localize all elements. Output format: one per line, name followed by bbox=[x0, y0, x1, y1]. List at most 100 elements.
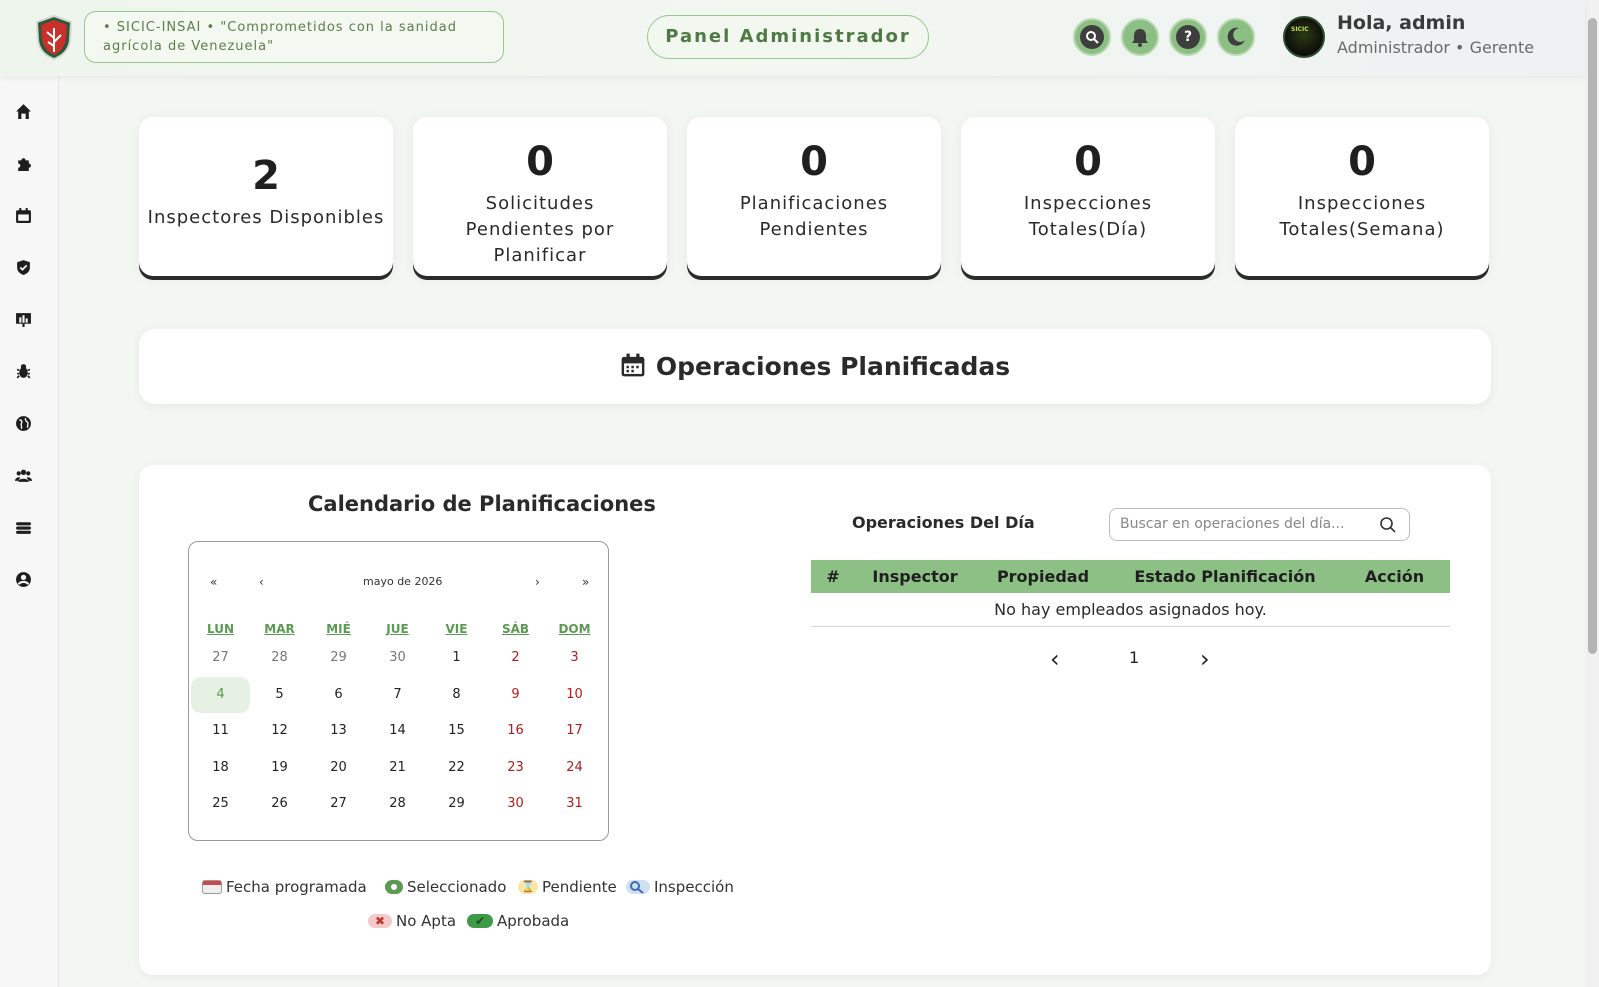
legend-pendiente: ⌛ Pendiente bbox=[518, 878, 617, 896]
column-header: Estado Planificación bbox=[1134, 567, 1316, 586]
column-header: Acción bbox=[1364, 567, 1425, 586]
stat-card-inspecciones-semana: 0 Inspecciones Totales(Semana) bbox=[1235, 117, 1489, 276]
calendar-day[interactable]: 28 bbox=[250, 640, 309, 676]
weekday-label: LUN bbox=[206, 622, 234, 636]
prev-month-button[interactable]: ‹ bbox=[259, 575, 264, 589]
calendar-day[interactable]: 26 bbox=[250, 786, 309, 822]
calendar-day[interactable]: 18 bbox=[191, 750, 250, 786]
month-label[interactable]: mayo de 2026 bbox=[363, 575, 442, 588]
calendar-day[interactable]: 23 bbox=[486, 750, 545, 786]
legend-fecha-programada: Fecha programada bbox=[202, 878, 367, 896]
calendar-day[interactable]: 1 bbox=[427, 640, 486, 676]
users-icon[interactable] bbox=[14, 466, 32, 484]
calendar-icon[interactable] bbox=[14, 206, 32, 224]
calendar-day[interactable]: 11 bbox=[191, 713, 250, 749]
calendar-day[interactable]: 2 bbox=[486, 640, 545, 676]
user-greeting: Hola, admin Administrador • Gerente bbox=[1337, 12, 1534, 57]
check-icon: ✔ bbox=[467, 914, 493, 928]
day-ops-search-input[interactable] bbox=[1120, 516, 1370, 532]
top-bar: • SICIC-INSAI • "Comprometidos con la sa… bbox=[0, 0, 1585, 76]
calendar-day[interactable]: 3 bbox=[545, 640, 604, 676]
calendar-day[interactable]: 13 bbox=[309, 713, 368, 749]
help-button[interactable]: ? bbox=[1169, 18, 1207, 56]
x-icon: ✖ bbox=[368, 914, 392, 928]
avatar[interactable]: SICIC bbox=[1283, 16, 1325, 58]
calendar-day[interactable]: 7 bbox=[368, 677, 427, 713]
calendar-day[interactable]: 14 bbox=[368, 713, 427, 749]
calendar-day[interactable]: 19 bbox=[250, 750, 309, 786]
user-role: Administrador • Gerente bbox=[1337, 38, 1535, 57]
notifications-button[interactable] bbox=[1121, 18, 1159, 56]
column-header: Propiedad bbox=[996, 567, 1090, 586]
prev-page-button[interactable]: ‹ bbox=[1050, 645, 1060, 673]
calendar-day[interactable]: 27 bbox=[309, 786, 368, 822]
bug-icon[interactable] bbox=[14, 362, 32, 380]
legend-seleccionado: Seleccionado bbox=[385, 878, 506, 896]
stat-label: Inspecciones Totales(Día) bbox=[1023, 193, 1153, 240]
calendar-day[interactable]: 29 bbox=[309, 640, 368, 676]
moon-icon bbox=[1224, 25, 1248, 49]
calendar-day[interactable]: 5 bbox=[250, 677, 309, 713]
legend-label: Pendiente bbox=[542, 878, 617, 896]
calendar-title: Calendario de Planificaciones bbox=[308, 492, 656, 516]
calendar-day[interactable]: 21 bbox=[368, 750, 427, 786]
calendar-day[interactable]: 6 bbox=[309, 677, 368, 713]
search-icon[interactable] bbox=[1379, 516, 1397, 534]
calendar-day[interactable]: 20 bbox=[309, 750, 368, 786]
calendar-day[interactable]: 10 bbox=[545, 677, 604, 713]
calendar-day[interactable]: 30 bbox=[486, 786, 545, 822]
scrollbar-thumb[interactable] bbox=[1588, 18, 1597, 654]
calendar: « ‹ mayo de 2026 › » LUN MAR MIÉ JUE VIE… bbox=[188, 541, 609, 841]
day-ops-title: Operaciones Del Día bbox=[852, 513, 1035, 532]
calendar-day[interactable]: 28 bbox=[368, 786, 427, 822]
stat-card-solicitudes: 0 Solicitudes Pendientes por Planificar bbox=[413, 117, 667, 276]
calendar-day[interactable]: 4 bbox=[191, 676, 250, 713]
calendar-day[interactable]: 24 bbox=[545, 750, 604, 786]
calendar-day[interactable]: 27 bbox=[191, 640, 250, 676]
shield-icon[interactable] bbox=[14, 258, 32, 276]
chart-icon[interactable] bbox=[14, 310, 32, 328]
globe-icon[interactable] bbox=[14, 414, 32, 432]
day-ops-search bbox=[1109, 508, 1410, 541]
calendar-day[interactable]: 8 bbox=[427, 677, 486, 713]
dark-mode-toggle[interactable] bbox=[1217, 18, 1255, 56]
search-icon bbox=[1080, 25, 1104, 49]
page-number[interactable]: 1 bbox=[1129, 648, 1139, 667]
database-icon[interactable] bbox=[14, 518, 32, 536]
calendar-day[interactable]: 17 bbox=[545, 713, 604, 749]
calendar-day[interactable]: 29 bbox=[427, 786, 486, 822]
calendar-day[interactable]: 25 bbox=[191, 786, 250, 822]
calendar-day[interactable]: 12 bbox=[250, 713, 309, 749]
puzzle-icon[interactable] bbox=[14, 154, 32, 172]
calendar-day[interactable]: 9 bbox=[486, 677, 545, 713]
next-year-button[interactable]: » bbox=[582, 575, 589, 589]
stat-label: Inspectores Disponibles bbox=[147, 207, 385, 228]
calendar-day[interactable]: 22 bbox=[427, 750, 486, 786]
stat-label: Solicitudes Pendientes por Planificar bbox=[465, 193, 615, 266]
empty-table-message: No hay empleados asignados hoy. bbox=[811, 597, 1450, 627]
next-page-button[interactable]: › bbox=[1200, 645, 1210, 673]
user-circle-icon[interactable] bbox=[14, 570, 32, 588]
insai-logo[interactable] bbox=[34, 14, 74, 61]
calendar-day[interactable]: 31 bbox=[545, 786, 604, 822]
legend-label: Aprobada bbox=[497, 912, 570, 930]
calendar-icon bbox=[620, 352, 646, 382]
panel-administrador-button[interactable]: Panel Administrador bbox=[647, 15, 929, 59]
calendar-day[interactable]: 16 bbox=[486, 713, 545, 749]
search-button[interactable] bbox=[1073, 18, 1111, 56]
stat-value: 0 bbox=[1348, 139, 1376, 185]
calendar-day[interactable]: 15 bbox=[427, 713, 486, 749]
calendar-day[interactable]: 30 bbox=[368, 640, 427, 676]
prev-year-button[interactable]: « bbox=[210, 575, 217, 589]
weekday-label: JUE bbox=[386, 622, 409, 636]
weekday-label: VIE bbox=[445, 622, 468, 636]
bell-icon bbox=[1128, 25, 1152, 49]
next-month-button[interactable]: › bbox=[535, 575, 540, 589]
legend-label: Fecha programada bbox=[226, 878, 367, 896]
legend-inspeccion: Inspección bbox=[626, 878, 734, 896]
home-icon[interactable] bbox=[14, 102, 32, 120]
legend-label: No Apta bbox=[396, 912, 457, 930]
avatar-logo-text: SICIC bbox=[1291, 26, 1309, 33]
stat-card-inspectores: 2 Inspectores Disponibles bbox=[139, 117, 393, 276]
operaciones-header: Operaciones Planificadas bbox=[139, 329, 1491, 404]
